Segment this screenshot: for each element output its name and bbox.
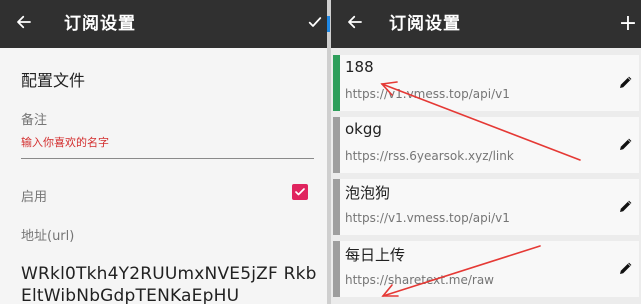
subscription-item[interactable]: okgg https://rss.6yearsok.xyz/link [333, 117, 639, 173]
status-marker [333, 117, 340, 173]
enable-label: 启用 [21, 190, 48, 205]
list-app-bar: 订阅设置 + [331, 0, 641, 48]
pencil-icon [618, 75, 634, 94]
subscription-item[interactable]: 188 https://v1.vmess.top/api/v1 [333, 55, 639, 111]
status-marker [333, 55, 340, 111]
back-button[interactable] [331, 0, 379, 48]
edit-button[interactable] [618, 136, 636, 154]
plus-icon: + [618, 11, 638, 36]
check-icon [294, 183, 306, 202]
add-subscription-button[interactable]: + [615, 0, 641, 48]
subscription-edit-screen: 订阅设置 配置文件 备注 启用 地址(url) WRkl0Tkh4Y2RUUmx… [0, 0, 327, 304]
subscription-name: 每日上传 [345, 246, 406, 264]
pencil-icon [618, 137, 634, 156]
subscription-name: 188 [345, 58, 374, 76]
edge-indicator [327, 16, 330, 32]
subscription-url: https://sharetext.me/raw [345, 273, 494, 287]
url-label: 地址(url) [21, 229, 75, 244]
edit-app-bar: 订阅设置 [0, 0, 327, 48]
subscription-list-screen: 订阅设置 + 188 https://v1.vmess.top/api/v1 o… [331, 0, 641, 304]
subscription-item[interactable]: 泡泡狗 https://v1.vmess.top/api/v1 [333, 179, 639, 235]
pencil-icon [618, 199, 634, 218]
enable-checkbox[interactable] [292, 184, 308, 200]
subscription-url: https://v1.vmess.top/api/v1 [345, 87, 510, 101]
edit-button[interactable] [618, 260, 636, 278]
subscription-url: https://rss.6yearsok.xyz/link [345, 149, 514, 163]
url-field[interactable]: WRkl0Tkh4Y2RUUmxNVE5jZF RkbEltWibNbGdpTE… [21, 263, 327, 304]
status-marker [333, 241, 340, 297]
status-marker [333, 179, 340, 235]
confirm-button[interactable] [304, 0, 326, 48]
edit-button[interactable] [618, 74, 636, 92]
remark-input[interactable] [21, 133, 314, 159]
subscription-url: https://v1.vmess.top/api/v1 [345, 211, 510, 225]
arrow-left-icon [346, 13, 364, 35]
back-button[interactable] [0, 0, 48, 48]
remark-label: 备注 [21, 113, 48, 128]
arrow-left-icon [15, 13, 33, 35]
page-title: 订阅设置 [389, 14, 461, 34]
section-title: 配置文件 [21, 71, 86, 90]
subscription-name: okgg [345, 120, 382, 138]
subscription-name: 泡泡狗 [345, 184, 391, 202]
pencil-icon [618, 261, 634, 280]
page-title: 订阅设置 [64, 14, 136, 34]
edit-button[interactable] [618, 198, 636, 216]
subscription-item[interactable]: 每日上传 https://sharetext.me/raw [333, 241, 639, 297]
check-icon [307, 14, 323, 34]
